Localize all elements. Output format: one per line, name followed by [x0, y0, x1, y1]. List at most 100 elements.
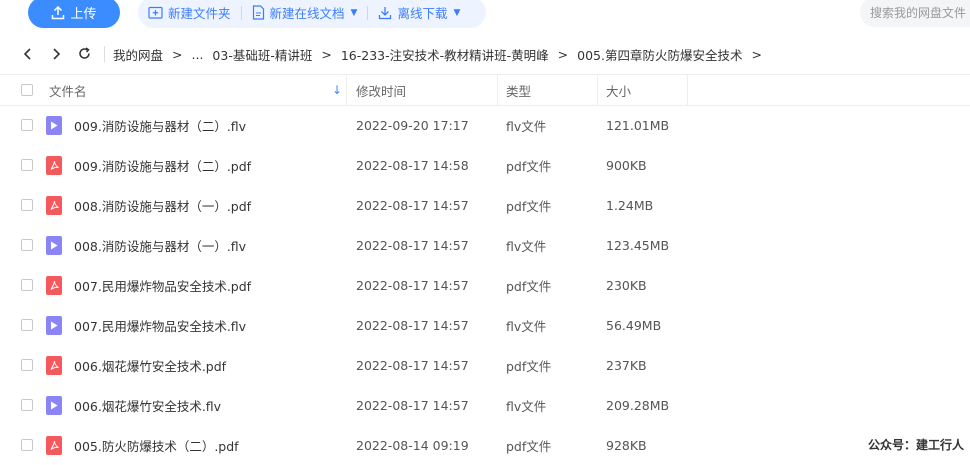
table-row[interactable]: 008.消防设施与器材（一）.flv 2022-08-17 14:57 flv文件 1…: [0, 225, 970, 265]
file-type: pdf文件: [506, 158, 552, 174]
new-online-doc-label: 新建在线文档: [269, 6, 345, 21]
breadcrumb-item-folder[interactable]: 16-233-注安技术-教材精讲班-黄明峰: [341, 45, 549, 64]
file-size: 230KB: [606, 277, 647, 293]
row-checkbox[interactable]: [21, 145, 33, 185]
upload-button[interactable]: 上传: [28, 0, 120, 28]
chevron-left-icon: [23, 47, 31, 60]
table-row[interactable]: 007.民用爆炸物品安全技术.pdf 2022-08-17 14:57 pdf文件 2…: [0, 265, 970, 305]
row-checkbox[interactable]: [21, 225, 33, 265]
column-divider[interactable]: [497, 75, 498, 105]
column-header-type[interactable]: 类型: [506, 75, 531, 105]
upload-icon: [52, 5, 65, 19]
video-file-icon: [46, 385, 62, 425]
divider: [104, 46, 105, 62]
file-name[interactable]: 007.民用爆炸物品安全技术.flv: [74, 305, 246, 345]
back-button[interactable]: [14, 45, 42, 64]
breadcrumb-separator: >: [751, 46, 762, 62]
file-name[interactable]: 008.消防设施与器材（一）.flv: [74, 225, 246, 265]
column-divider[interactable]: [687, 75, 688, 105]
column-divider[interactable]: [597, 75, 598, 105]
breadcrumb-item-current[interactable]: 005.第四章防火防爆安全技术: [577, 45, 742, 64]
action-button-group: 新建文件夹 新建在线文档 ▼ 离线下载 ▼: [138, 0, 486, 28]
table-row[interactable]: 009.消防设施与器材（二）.flv 2022-09-20 17:17 flv文件 1…: [0, 105, 970, 145]
breadcrumb: 我的网盘 > ... 03-基础班-精讲班 > 16-233-注安技术-教材精讲…: [113, 45, 762, 64]
file-type: pdf文件: [506, 278, 552, 294]
file-type: flv文件: [506, 318, 547, 334]
folder-plus-icon: [148, 6, 163, 19]
file-size: 900KB: [606, 157, 647, 173]
new-folder-label: 新建文件夹: [168, 6, 231, 21]
pdf-file-icon: [46, 145, 62, 185]
toolbar: 上传 新建文件夹 新建在线文档 ▼ 离线下载 ▼ 搜索我的网盘文件: [0, 0, 970, 30]
row-checkbox[interactable]: [21, 265, 33, 305]
breadcrumb-item-folder[interactable]: 03-基础班-精讲班: [212, 45, 312, 64]
file-name[interactable]: 008.消防设施与器材（一）.pdf: [74, 185, 251, 225]
column-header-size[interactable]: 大小: [606, 75, 631, 105]
video-file-icon: [46, 225, 62, 265]
chevron-right-icon: [53, 47, 61, 60]
breadcrumb-item-ellipsis[interactable]: ...: [192, 47, 204, 62]
row-checkbox[interactable]: [21, 185, 33, 225]
row-checkbox[interactable]: [21, 305, 33, 345]
caret-down-icon: ▼: [350, 7, 358, 18]
file-size: 1.24MB: [606, 197, 654, 213]
forward-button[interactable]: [42, 45, 70, 64]
select-all-checkbox[interactable]: [21, 75, 33, 105]
row-checkbox[interactable]: [21, 425, 33, 465]
video-file-icon: [46, 305, 62, 345]
file-modified-time: 2022-08-17 14:57: [356, 397, 469, 413]
table-row[interactable]: 006.烟花爆竹安全技术.pdf 2022-08-17 14:57 pdf文件 237…: [0, 345, 970, 385]
file-type: pdf文件: [506, 198, 552, 214]
watermark-text: 公众号：建工行人: [868, 438, 965, 452]
refresh-icon: [78, 46, 90, 59]
new-folder-button[interactable]: 新建文件夹: [138, 0, 241, 28]
column-header-modified[interactable]: 修改时间: [356, 75, 406, 105]
file-modified-time: 2022-08-17 14:57: [356, 317, 469, 333]
pdf-file-icon: [46, 425, 62, 465]
refresh-button[interactable]: [70, 45, 98, 64]
upload-label: 上传: [70, 7, 97, 22]
file-name[interactable]: 007.民用爆炸物品安全技术.pdf: [74, 265, 251, 305]
caret-down-icon: ▼: [453, 7, 461, 18]
breadcrumb-separator: >: [172, 46, 183, 62]
file-name[interactable]: 006.烟花爆竹安全技术.flv: [74, 385, 221, 425]
file-name[interactable]: 005.防火防爆技术（二）.pdf: [74, 425, 239, 465]
breadcrumb-separator: >: [557, 46, 569, 62]
pdf-file-icon: [46, 345, 62, 385]
search-input[interactable]: 搜索我的网盘文件: [860, 0, 970, 27]
new-online-doc-button[interactable]: 新建在线文档 ▼: [242, 0, 368, 28]
table-row[interactable]: 005.防火防爆技术（二）.pdf 2022-08-14 09:19 pdf文件 92…: [0, 425, 970, 465]
column-divider[interactable]: [346, 75, 347, 105]
file-type: flv文件: [506, 118, 547, 134]
file-type: flv文件: [506, 238, 547, 254]
table-row[interactable]: 007.民用爆炸物品安全技术.flv 2022-08-17 14:57 flv文件 5…: [0, 305, 970, 345]
navigation-bar: 我的网盘 > ... 03-基础班-精讲班 > 16-233-注安技术-教材精讲…: [0, 38, 970, 70]
file-type: flv文件: [506, 398, 547, 414]
column-header-name[interactable]: 文件名: [49, 75, 87, 105]
table-row[interactable]: 009.消防设施与器材（二）.pdf 2022-08-17 14:58 pdf文件 9…: [0, 145, 970, 185]
file-modified-time: 2022-08-17 14:57: [356, 237, 469, 253]
breadcrumb-item-my-drive[interactable]: 我的网盘: [113, 45, 163, 64]
document-icon: [252, 5, 264, 20]
table-row[interactable]: 006.烟花爆竹安全技术.flv 2022-08-17 14:57 flv文件 209…: [0, 385, 970, 425]
pdf-file-icon: [46, 185, 62, 225]
file-name[interactable]: 006.烟花爆竹安全技术.pdf: [74, 345, 226, 385]
file-name[interactable]: 009.消防设施与器材（二）.flv: [74, 105, 246, 145]
file-type: pdf文件: [506, 438, 552, 454]
table-row[interactable]: 008.消防设施与器材（一）.pdf 2022-08-17 14:57 pdf文件 1…: [0, 185, 970, 225]
file-modified-time: 2022-08-17 14:57: [356, 197, 469, 213]
file-size: 928KB: [606, 437, 647, 453]
file-size: 123.45MB: [606, 237, 670, 253]
file-name[interactable]: 009.消防设施与器材（二）.pdf: [74, 145, 251, 185]
file-size: 121.01MB: [606, 117, 670, 133]
row-checkbox[interactable]: [21, 105, 33, 145]
row-checkbox[interactable]: [21, 385, 33, 425]
offline-download-button[interactable]: 离线下载 ▼: [368, 0, 470, 28]
sort-arrow-icon[interactable]: ↓: [332, 75, 342, 105]
file-modified-time: 2022-09-20 17:17: [356, 117, 469, 133]
row-checkbox[interactable]: [21, 345, 33, 385]
file-modified-time: 2022-08-17 14:57: [356, 277, 469, 293]
pdf-file-icon: [46, 265, 62, 305]
breadcrumb-separator: >: [321, 46, 332, 62]
download-icon: [379, 6, 392, 19]
